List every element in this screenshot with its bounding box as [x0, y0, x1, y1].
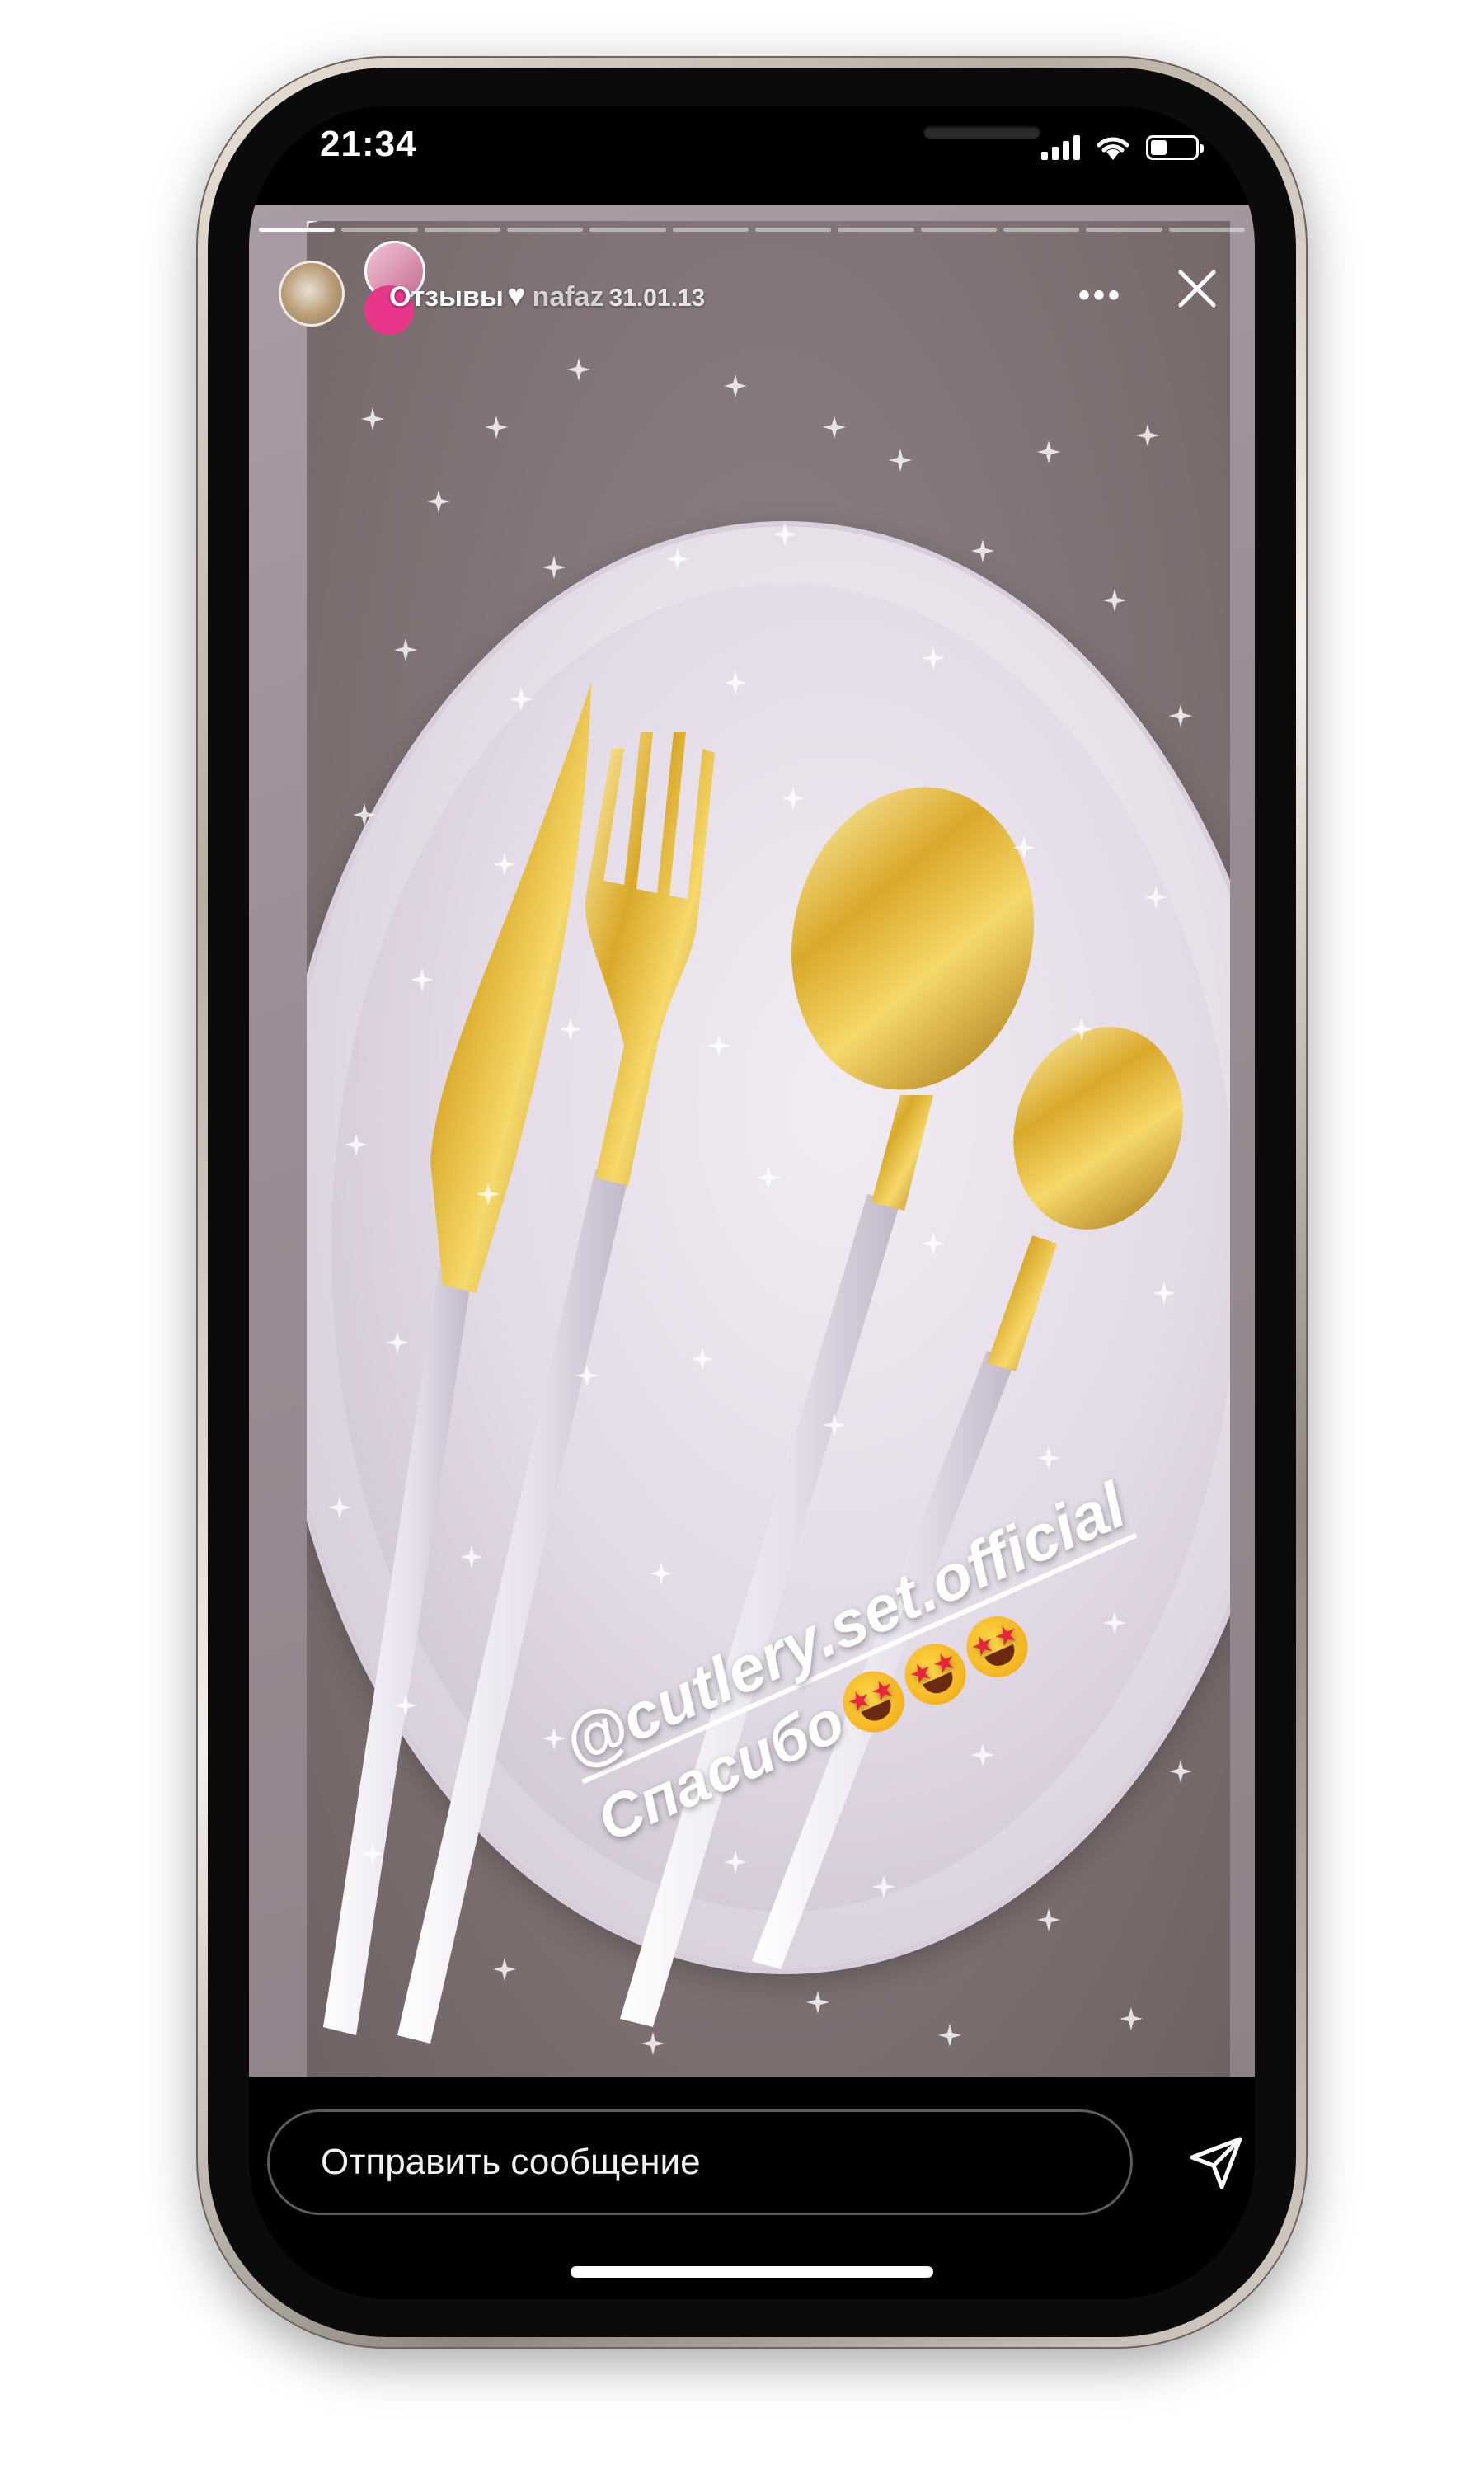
home-indicator[interactable] — [571, 2266, 933, 2278]
speaker-grille — [923, 125, 1040, 139]
heart-icon: ♥ — [506, 279, 526, 313]
story-photo: @cutlery.set.official Спасибо — [307, 221, 1230, 2077]
progress-segment — [838, 228, 914, 232]
close-icon[interactable] — [1172, 264, 1222, 313]
cellular-signal-icon — [1041, 135, 1080, 160]
progress-segment — [589, 228, 666, 232]
status-icons — [1041, 134, 1204, 162]
highlight-title: Отзывы — [389, 281, 504, 313]
phone-frame: 21:34 @cutlery.set.official Спасибо ★ ★ … — [196, 56, 1308, 2349]
progress-segment — [920, 228, 997, 232]
progress-segment — [506, 228, 584, 232]
progress-segment — [341, 228, 418, 232]
story-viewer[interactable]: @cutlery.set.official Спасибо ★ ★ ★ ★ ★ … — [249, 205, 1255, 2077]
message-placeholder: Отправить сообщение — [321, 2142, 701, 2182]
progress-segment — [1086, 228, 1162, 232]
wifi-icon — [1097, 137, 1129, 160]
progress-segment — [672, 228, 749, 232]
phone-bezel: 21:34 @cutlery.set.official Спасибо ★ ★ … — [208, 68, 1296, 2337]
story-title[interactable]: Отзывы ♥ nafaz 31.01.13 — [389, 279, 705, 314]
story-progress-bar — [259, 228, 1245, 232]
notch — [478, 106, 1040, 183]
battery-level — [1151, 140, 1167, 155]
phone-screen: 21:34 @cutlery.set.official Спасибо ★ ★ … — [249, 106, 1255, 2299]
sparkle-overlay — [307, 221, 1192, 2055]
more-icon[interactable]: ••• — [1078, 277, 1123, 314]
progress-segment — [424, 228, 500, 232]
battery-icon — [1146, 135, 1204, 160]
progress-segment — [259, 228, 336, 232]
status-time: 21:34 — [320, 124, 417, 164]
progress-segment — [754, 228, 832, 232]
account-avatar[interactable] — [279, 261, 345, 327]
username-fragment: nafaz — [532, 281, 604, 313]
progress-segment — [1168, 228, 1245, 232]
progress-segment — [1003, 228, 1080, 232]
story-timestamp: 31.01.13 — [608, 285, 706, 312]
message-input[interactable]: Отправить сообщение — [267, 2109, 1133, 2215]
story-header: Отзывы ♥ nafaz 31.01.13 ••• — [265, 241, 1238, 335]
send-icon[interactable] — [1186, 2133, 1247, 2194]
